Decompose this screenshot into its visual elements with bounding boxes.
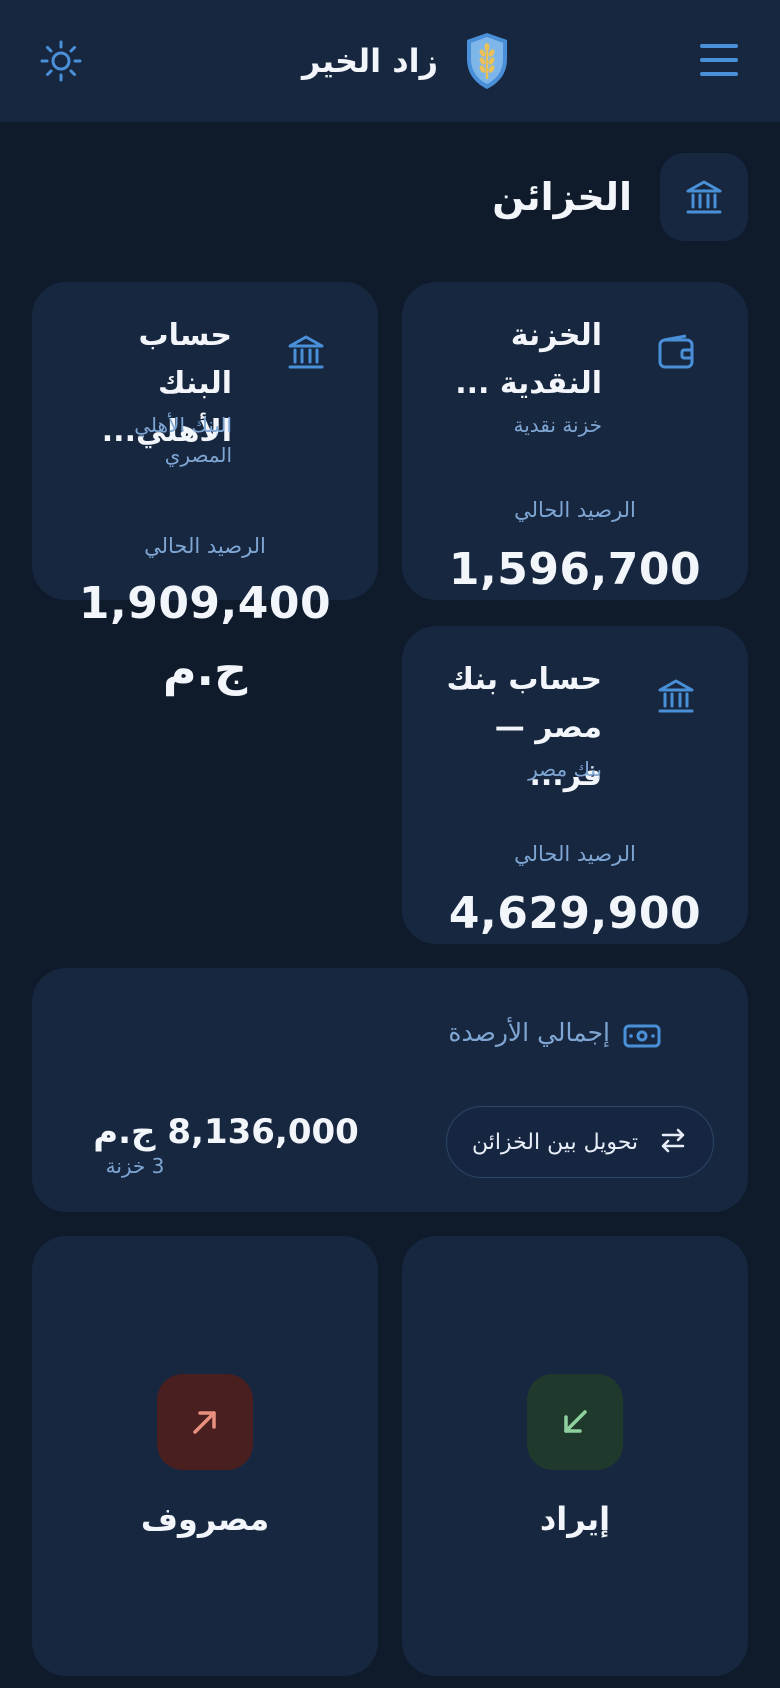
treasury-type: خزنة نقدية bbox=[513, 413, 602, 437]
top-bar: زاد الخير bbox=[0, 0, 780, 122]
currency-label: ج.م bbox=[162, 642, 248, 696]
treasury-card-misr[interactable]: حساب بنك مصر — فر... بنك مصر الرصيد الحا… bbox=[402, 626, 748, 944]
page-title: الخزائن bbox=[492, 175, 632, 219]
total-label: إجمالي الأرصدة bbox=[448, 1018, 610, 1047]
bank-icon bbox=[656, 676, 696, 716]
balance-label: الرصيد الحالي bbox=[514, 842, 636, 866]
menu-icon[interactable] bbox=[696, 40, 742, 80]
swap-arrows-icon bbox=[658, 1125, 688, 1159]
treasury-type: البنك الأهلي المصري bbox=[134, 413, 232, 467]
bank-icon bbox=[660, 153, 748, 241]
balance-value: 4,629,900 bbox=[448, 888, 702, 939]
app-title: زاد الخير bbox=[302, 42, 438, 80]
sun-icon[interactable] bbox=[36, 36, 86, 86]
total-value: 8,136,000 ج.م bbox=[93, 1112, 359, 1152]
arrow-up-right-icon bbox=[157, 1374, 253, 1470]
cash-icon bbox=[622, 1016, 662, 1056]
expense-label: مصروف bbox=[140, 1500, 270, 1538]
balance-value: 1,596,700 bbox=[448, 544, 702, 595]
balance-label: الرصيد الحالي bbox=[514, 498, 636, 522]
treasury-card-cash[interactable]: الخزنة النقدية ... خزنة نقدية الرصيد الح… bbox=[402, 282, 748, 600]
income-label: إيراد bbox=[539, 1500, 611, 1538]
income-button[interactable]: إيراد bbox=[402, 1236, 748, 1676]
balance-value: 1,909,400 bbox=[78, 578, 332, 629]
brand: زاد الخير bbox=[290, 28, 510, 94]
bank-icon bbox=[286, 332, 326, 372]
balance-label: الرصيد الحالي bbox=[144, 534, 266, 558]
treasury-count: 3 خزنة bbox=[105, 1154, 165, 1178]
treasury-card-nbe[interactable]: حساب البنك الأهلي... البنك الأهلي المصري… bbox=[32, 282, 378, 696]
treasury-type: بنك مصر bbox=[528, 757, 602, 781]
transfer-button[interactable]: تحويل بين الخزائن bbox=[446, 1106, 714, 1178]
treasury-name: الخزنة النقدية ... bbox=[455, 318, 602, 401]
wheat-shield-logo bbox=[464, 31, 510, 91]
expense-button[interactable]: مصروف bbox=[32, 1236, 378, 1676]
wallet-icon bbox=[656, 332, 696, 372]
section-header: الخزائن bbox=[348, 152, 748, 242]
total-balance-card: إجمالي الأرصدة تحويل بين الخزائن 8,136,0… bbox=[32, 968, 748, 1212]
arrow-down-left-icon bbox=[527, 1374, 623, 1470]
transfer-label: تحويل بين الخزائن bbox=[471, 1129, 639, 1155]
